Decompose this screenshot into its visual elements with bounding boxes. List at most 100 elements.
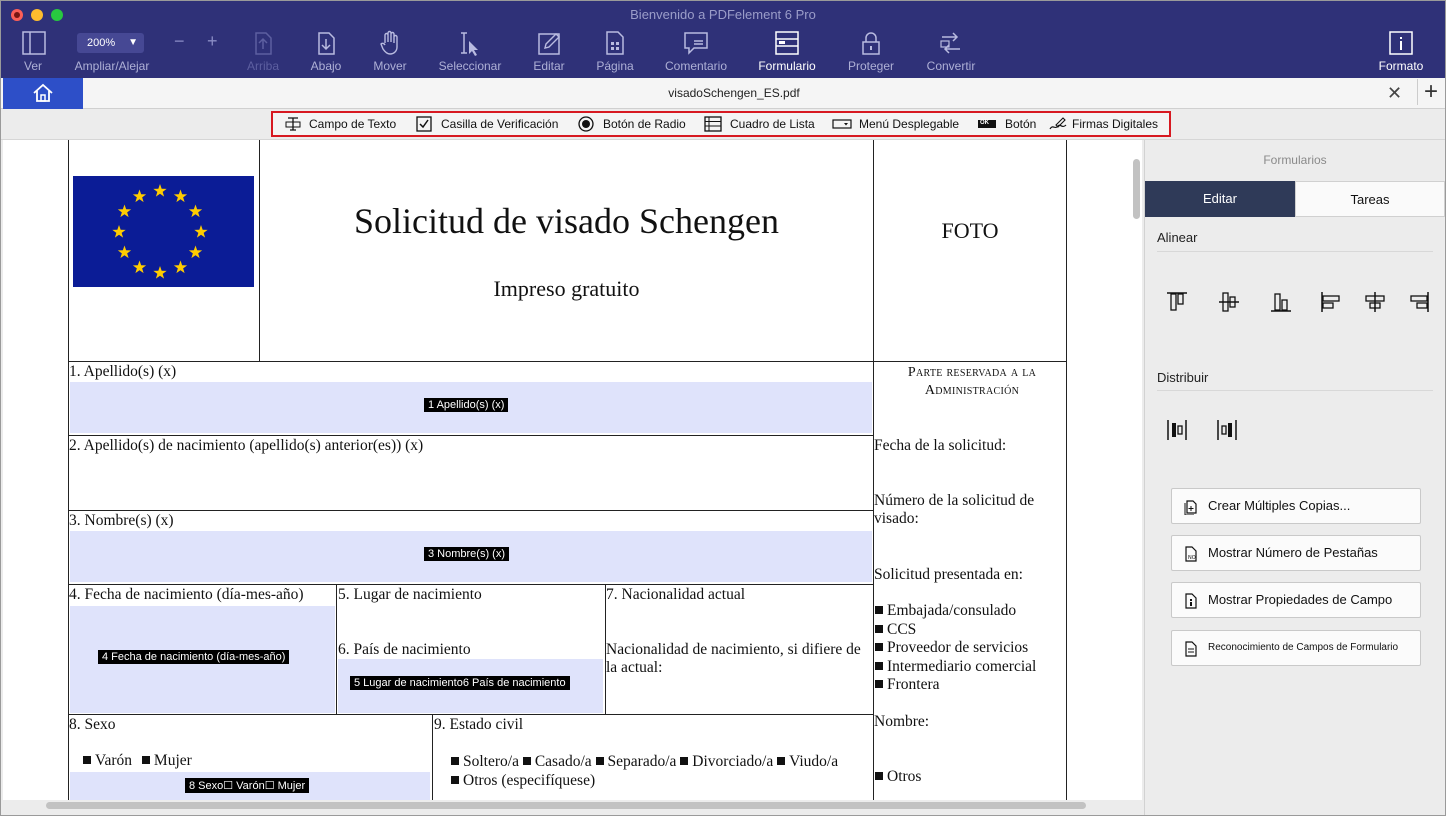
distribute-vertical-icon[interactable]	[1215, 418, 1239, 442]
home-icon	[33, 83, 53, 102]
toolbar-seleccionar-button[interactable]: Seleccionar	[435, 29, 505, 75]
field-1-tag: 1 Apellido(s) (x)	[424, 398, 509, 412]
form-border	[68, 510, 873, 511]
checkbox-icon[interactable]	[83, 756, 91, 764]
toolbar-mover-button[interactable]: Mover	[367, 29, 413, 75]
checkbox-icon[interactable]	[875, 643, 883, 652]
button-tool[interactable]: OK Botón	[977, 113, 1039, 135]
field-4-fecha-input[interactable]: 4 Fecha de nacimiento (día-mes-año)	[70, 606, 335, 713]
text-field-tool[interactable]: Campo de Texto	[285, 113, 403, 135]
align-right-icon[interactable]	[1407, 290, 1431, 314]
new-tab-button[interactable]: +	[1417, 79, 1438, 105]
field-1-apellidos-input[interactable]: 1 Apellido(s) (x)	[70, 382, 872, 433]
checkbox-icon[interactable]	[141, 756, 150, 764]
form-border	[336, 584, 337, 714]
radio-button-tool[interactable]: Botón de Radio	[578, 113, 693, 135]
align-bottom-icon[interactable]	[1269, 290, 1293, 314]
vertical-scrollbar[interactable]	[1133, 159, 1140, 219]
tab-editar[interactable]: Editar	[1145, 181, 1295, 217]
list-box-icon	[704, 116, 722, 132]
toolbar-comentario-button[interactable]: Comentario	[661, 29, 731, 75]
checkbox-tool[interactable]: Casilla de Verificación	[416, 113, 566, 135]
checkbox-icon[interactable]	[875, 772, 883, 780]
field-9-label: 9. Estado civil	[434, 716, 524, 733]
show-field-properties-button[interactable]: Mostrar Propiedades de Campo	[1171, 582, 1421, 618]
show-tab-numbers-button[interactable]: NO Mostrar Número de Pestañas	[1171, 535, 1421, 571]
info-panel-icon	[1389, 31, 1413, 55]
checkbox-icon[interactable]	[595, 757, 604, 765]
document-tab-title[interactable]: visadoSchengen_ES.pdf	[84, 78, 1384, 109]
toolbar-arriba-button[interactable]: Arriba	[241, 29, 285, 75]
align-top-icon[interactable]	[1165, 290, 1189, 314]
checkbox-icon[interactable]	[451, 776, 459, 784]
checkbox-icon	[416, 116, 432, 132]
checkbox-icon[interactable]	[875, 680, 883, 689]
form-border	[68, 714, 873, 715]
field-8-tag: 8 Sexo☐ Varón☐ Mujer	[185, 778, 310, 793]
field-4-label: 4. Fecha de nacimiento (día-mes-año)	[69, 586, 304, 603]
edit-icon	[538, 33, 560, 55]
field-8-label: 8. Sexo	[69, 716, 116, 733]
admin-option[interactable]: Proveedor de servicios	[875, 639, 1036, 658]
admin-section-header: Parte reservada a la Administración	[907, 365, 1037, 398]
toolbar-proteger-button[interactable]: Proteger	[844, 29, 898, 75]
checkbox-icon[interactable]	[875, 661, 883, 670]
field-1-label: 1. Apellido(s) (x)	[69, 363, 177, 380]
tab-tareas[interactable]: Tareas	[1295, 181, 1445, 217]
pdf-document-view[interactable]: Solicitud de visado Schengen Impreso gra…	[3, 140, 1142, 800]
list-box-tool[interactable]: Cuadro de Lista	[704, 113, 822, 135]
copy-icon	[1184, 500, 1197, 515]
field-3-nombre-input[interactable]: 3 Nombre(s) (x)	[70, 531, 872, 582]
photo-box-label: FOTO	[941, 218, 999, 243]
form-border	[432, 714, 433, 800]
text-field-icon	[285, 117, 301, 131]
admin-numero-label: Número de la solicitud de visado:	[874, 492, 1035, 527]
field-5-6-lugar-pais-input[interactable]: 5 Lugar de nacimiento6 País de nacimient…	[338, 659, 603, 713]
toolbar-pagina-button[interactable]: Página	[593, 29, 637, 75]
toolbar-abajo-button[interactable]: Abajo	[304, 29, 348, 75]
radio-button-icon	[578, 116, 594, 132]
field-8-sexo-input[interactable]: 8 Sexo☐ Varón☐ Mujer	[70, 772, 430, 800]
distribute-horizontal-icon[interactable]	[1165, 418, 1189, 442]
checkbox-icon[interactable]	[680, 757, 689, 765]
chevron-down-icon: ▼	[128, 37, 138, 48]
dropdown-tool[interactable]: Menú Desplegable	[832, 113, 964, 135]
toolbar-editar-button[interactable]: Editar	[527, 29, 571, 75]
home-tab[interactable]	[3, 78, 83, 109]
admin-option[interactable]: Embajada/consulado	[875, 602, 1036, 621]
form-icon	[775, 31, 799, 55]
checkbox-icon[interactable]	[875, 606, 883, 614]
checkbox-icon[interactable]	[875, 624, 883, 633]
admin-option[interactable]: Frontera	[875, 676, 1036, 695]
toolbar-formato-button[interactable]: Formato	[1375, 29, 1427, 75]
form-field-recognition-button[interactable]: Reconocimiento de Campos de Formulario	[1171, 630, 1421, 666]
admin-option[interactable]: Intermediario comercial	[875, 658, 1036, 677]
horizontal-scrollbar[interactable]	[46, 802, 1086, 809]
document-subtitle: Impreso gratuito	[493, 276, 640, 301]
create-multiple-copies-button[interactable]: Crear Múltiples Copias...	[1171, 488, 1421, 524]
convert-icon	[940, 32, 960, 54]
toolbar-convertir-button[interactable]: Convertir	[921, 29, 981, 75]
toolbar-zoom-label: Ampliar/Alejar	[74, 59, 150, 73]
field-2-apellidos-nacimiento-input[interactable]	[70, 456, 872, 508]
align-left-icon[interactable]	[1319, 290, 1343, 314]
checkbox-icon[interactable]	[451, 757, 459, 765]
checkbox-icon[interactable]	[522, 757, 531, 765]
align-horizontal-center-icon[interactable]	[1363, 290, 1387, 314]
zoom-in-button[interactable]: +	[207, 31, 218, 52]
eu-flag-image	[73, 176, 254, 287]
dropdown-icon	[832, 119, 852, 129]
hand-icon	[380, 30, 398, 55]
close-tab-icon[interactable]: ✕	[1387, 84, 1402, 102]
tab-number-icon: NO	[1185, 546, 1197, 562]
align-vertical-center-icon[interactable]	[1217, 290, 1241, 314]
digital-signatures-tool[interactable]: Firmas Digitales	[1048, 113, 1163, 135]
checkbox-icon[interactable]	[777, 757, 786, 765]
toolbar-formulario-button[interactable]: Formulario	[753, 29, 821, 75]
admin-otros-option[interactable]: Otros	[875, 768, 921, 786]
toolbar-ver-button[interactable]: Ver	[13, 29, 53, 75]
admin-option[interactable]: CCS	[875, 621, 1036, 640]
zoom-out-button[interactable]: −	[174, 31, 185, 52]
zoom-select[interactable]: 200% ▼	[77, 33, 144, 53]
form-border	[259, 140, 260, 361]
